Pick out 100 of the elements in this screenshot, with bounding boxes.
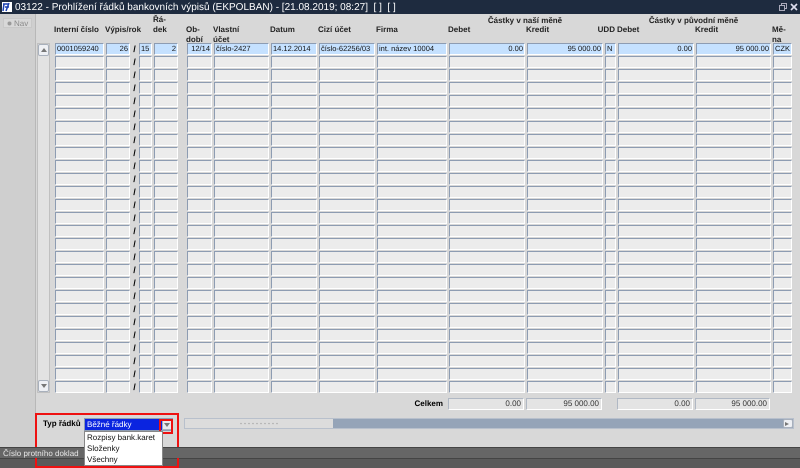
table-cell[interactable] xyxy=(106,186,130,198)
table-cell[interactable] xyxy=(106,368,130,380)
table-cell[interactable] xyxy=(618,277,694,289)
table-cell[interactable] xyxy=(449,264,525,276)
table-cell[interactable] xyxy=(154,69,178,81)
table-cell[interactable] xyxy=(214,264,269,276)
table-cell[interactable] xyxy=(154,56,178,68)
table-cell[interactable] xyxy=(271,368,317,380)
table-cell[interactable] xyxy=(55,368,104,380)
dropdown-option[interactable]: Rozpisy bank.karet xyxy=(85,432,162,443)
table-cell[interactable] xyxy=(449,368,525,380)
table-cell[interactable] xyxy=(214,342,269,354)
table-cell[interactable] xyxy=(605,160,616,172)
table-cell[interactable] xyxy=(773,95,792,107)
table-cell[interactable] xyxy=(605,199,616,211)
table-cell[interactable] xyxy=(154,381,178,393)
table-cell[interactable] xyxy=(449,82,525,94)
table-cell[interactable] xyxy=(773,82,792,94)
table-cell[interactable] xyxy=(773,134,792,146)
table-cell[interactable] xyxy=(214,303,269,315)
table-cell[interactable] xyxy=(271,355,317,367)
table-cell[interactable] xyxy=(271,316,317,328)
table-cell[interactable] xyxy=(449,160,525,172)
table-cell[interactable] xyxy=(377,368,447,380)
scroll-right-button[interactable] xyxy=(783,419,793,428)
table-cell[interactable] xyxy=(187,56,212,68)
table-cell[interactable] xyxy=(696,147,771,159)
table-cell[interactable] xyxy=(319,199,375,211)
table-cell[interactable] xyxy=(154,251,178,263)
table-cell[interactable] xyxy=(377,316,447,328)
table-cell[interactable] xyxy=(696,264,771,276)
table-cell[interactable] xyxy=(605,69,616,81)
table-cell[interactable] xyxy=(139,368,152,380)
table-cell[interactable] xyxy=(271,69,317,81)
table-cell[interactable] xyxy=(527,355,603,367)
table-cell[interactable] xyxy=(605,329,616,341)
table-cell[interactable] xyxy=(106,199,130,211)
close-icon[interactable] xyxy=(790,3,798,11)
table-cell[interactable] xyxy=(319,82,375,94)
table-cell[interactable] xyxy=(527,173,603,185)
table-cell[interactable] xyxy=(605,95,616,107)
table-cell[interactable] xyxy=(214,381,269,393)
table-cell[interactable] xyxy=(55,316,104,328)
table-cell[interactable] xyxy=(527,69,603,81)
table-cell[interactable] xyxy=(773,368,792,380)
table-cell[interactable] xyxy=(139,121,152,133)
table-cell[interactable] xyxy=(527,56,603,68)
table-cell[interactable] xyxy=(377,381,447,393)
table-cell[interactable] xyxy=(773,212,792,224)
table-cell[interactable] xyxy=(214,238,269,250)
table-cell[interactable] xyxy=(527,251,603,263)
table-cell[interactable] xyxy=(55,355,104,367)
table-cell[interactable] xyxy=(527,121,603,133)
table-cell[interactable] xyxy=(773,160,792,172)
table-cell[interactable] xyxy=(696,290,771,302)
table-cell[interactable] xyxy=(154,303,178,315)
table-cell[interactable] xyxy=(449,199,525,211)
table-cell[interactable] xyxy=(319,342,375,354)
table-cell[interactable] xyxy=(696,342,771,354)
table-cell[interactable] xyxy=(139,342,152,354)
table-cell[interactable] xyxy=(187,355,212,367)
table-cell[interactable] xyxy=(271,238,317,250)
table-cell[interactable] xyxy=(605,355,616,367)
table-cell[interactable] xyxy=(696,134,771,146)
table-cell[interactable] xyxy=(618,121,694,133)
table-cell[interactable] xyxy=(271,108,317,120)
table-cell[interactable] xyxy=(319,251,375,263)
table-cell[interactable] xyxy=(106,225,130,237)
table-cell[interactable] xyxy=(106,303,130,315)
table-cell[interactable] xyxy=(696,69,771,81)
table-cell[interactable] xyxy=(319,186,375,198)
scroll-thumb[interactable] xyxy=(185,419,333,428)
table-cell[interactable] xyxy=(696,56,771,68)
table-cell[interactable] xyxy=(271,225,317,237)
table-cell[interactable] xyxy=(271,186,317,198)
table-cell[interactable] xyxy=(187,212,212,224)
table-cell[interactable] xyxy=(527,381,603,393)
table-cell[interactable] xyxy=(139,56,152,68)
scroll-down-button[interactable] xyxy=(38,380,49,392)
table-cell[interactable] xyxy=(696,95,771,107)
table-cell[interactable] xyxy=(319,303,375,315)
table-cell[interactable] xyxy=(618,381,694,393)
table-cell[interactable] xyxy=(618,147,694,159)
table-cell[interactable] xyxy=(449,56,525,68)
table-cell[interactable] xyxy=(214,355,269,367)
table-cell[interactable] xyxy=(319,56,375,68)
table-cell[interactable] xyxy=(449,277,525,289)
table-cell[interactable] xyxy=(377,355,447,367)
table-cell[interactable] xyxy=(55,342,104,354)
table-cell[interactable] xyxy=(377,160,447,172)
table-cell[interactable] xyxy=(377,329,447,341)
table-cell[interactable] xyxy=(527,134,603,146)
table-cell[interactable] xyxy=(377,199,447,211)
table-cell[interactable] xyxy=(377,186,447,198)
table-cell[interactable] xyxy=(139,212,152,224)
table-cell[interactable] xyxy=(319,121,375,133)
table-cell[interactable] xyxy=(55,134,104,146)
table-cell[interactable] xyxy=(154,199,178,211)
table-cell[interactable] xyxy=(319,134,375,146)
table-cell[interactable] xyxy=(139,355,152,367)
